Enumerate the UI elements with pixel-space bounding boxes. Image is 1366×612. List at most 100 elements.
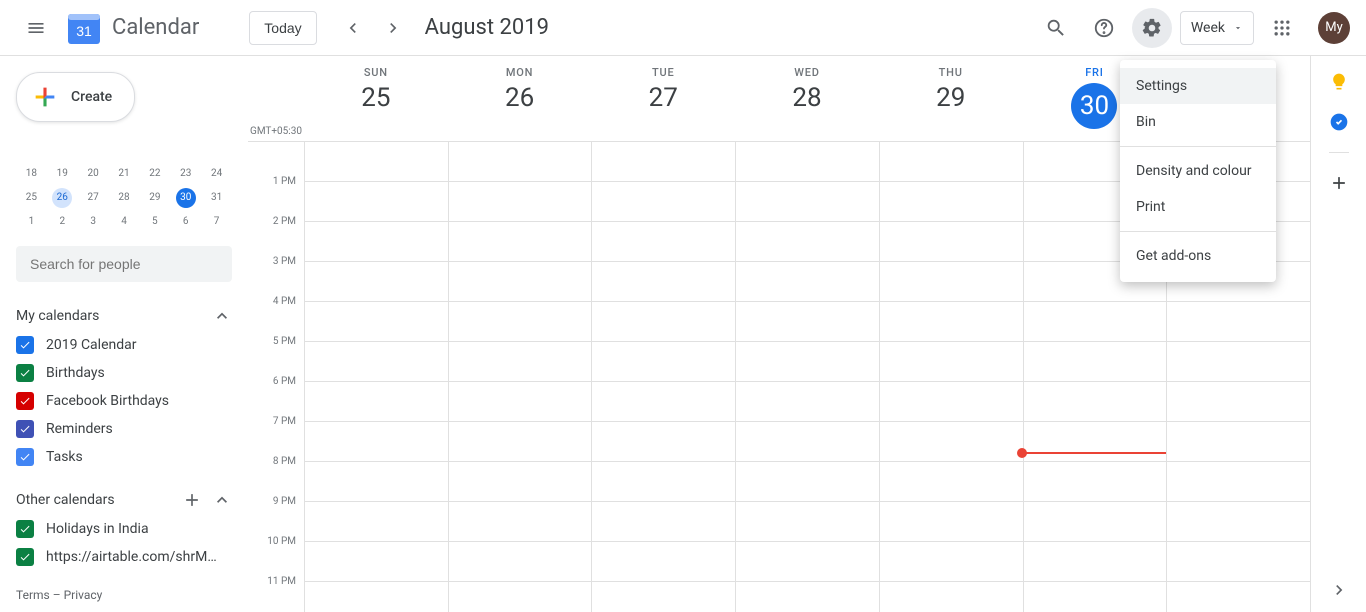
time-slot[interactable] (736, 142, 879, 182)
mini-cal-day[interactable]: 22 (139, 162, 170, 186)
day-column[interactable] (448, 142, 592, 612)
mini-cal-day[interactable]: 23 (170, 162, 201, 186)
time-slot[interactable] (449, 342, 592, 382)
checkbox-icon[interactable] (16, 448, 34, 466)
checkbox-icon[interactable] (16, 420, 34, 438)
time-slot[interactable] (592, 182, 735, 222)
time-slot[interactable] (880, 142, 1023, 182)
time-slot[interactable] (1167, 342, 1310, 382)
mini-cal-day[interactable]: 1 (16, 210, 47, 234)
time-slot[interactable] (1024, 462, 1167, 502)
mini-cal-day[interactable]: 2 (47, 210, 78, 234)
time-slot[interactable] (1024, 582, 1167, 612)
mini-cal-day[interactable]: 3 (78, 210, 109, 234)
time-slot[interactable] (449, 542, 592, 582)
plus-icon[interactable] (182, 490, 202, 510)
time-slot[interactable] (592, 422, 735, 462)
time-slot[interactable] (592, 302, 735, 342)
today-button[interactable]: Today (249, 11, 316, 45)
day-column[interactable] (879, 142, 1023, 612)
time-slot[interactable] (305, 222, 448, 262)
time-slot[interactable] (736, 382, 879, 422)
help-button[interactable] (1084, 8, 1124, 48)
time-slot[interactable] (592, 262, 735, 302)
calendar-item[interactable]: Tasks (16, 448, 232, 466)
search-people-input[interactable] (16, 246, 232, 282)
menu-item-addons[interactable]: Get add-ons (1120, 238, 1276, 274)
time-slot[interactable] (449, 382, 592, 422)
mini-cal-day[interactable]: 25 (16, 186, 47, 210)
time-slot[interactable] (1024, 422, 1167, 462)
time-slot[interactable] (449, 582, 592, 612)
time-slot[interactable] (1167, 502, 1310, 542)
menu-item-bin[interactable]: Bin (1120, 104, 1276, 140)
day-column[interactable] (591, 142, 735, 612)
day-column[interactable] (735, 142, 879, 612)
time-slot[interactable] (880, 462, 1023, 502)
time-slot[interactable] (880, 302, 1023, 342)
time-slot[interactable] (449, 422, 592, 462)
day-header[interactable]: SUN25 (304, 56, 448, 141)
day-header[interactable]: WED28 (735, 56, 879, 141)
time-slot[interactable] (592, 582, 735, 612)
account-avatar[interactable]: My (1318, 12, 1350, 44)
time-slot[interactable] (1167, 302, 1310, 342)
time-slot[interactable] (1024, 342, 1167, 382)
checkbox-icon[interactable] (16, 392, 34, 410)
time-slot[interactable] (592, 462, 735, 502)
time-slot[interactable] (880, 422, 1023, 462)
time-slot[interactable] (1167, 382, 1310, 422)
time-slot[interactable] (305, 542, 448, 582)
privacy-link[interactable]: Privacy (64, 588, 103, 602)
view-selector[interactable]: Week (1180, 11, 1254, 45)
time-slot[interactable] (592, 382, 735, 422)
time-slot[interactable] (449, 302, 592, 342)
calendar-item[interactable]: Birthdays (16, 364, 232, 382)
day-header[interactable]: THU29 (879, 56, 1023, 141)
calendar-item[interactable]: Reminders (16, 420, 232, 438)
time-slot[interactable] (305, 582, 448, 612)
mini-calendar[interactable]: 11121314151617 18192021222324 2526272829… (16, 138, 232, 234)
tasks-addon-icon[interactable] (1329, 112, 1349, 132)
calendar-item[interactable]: https://airtable.com/shrM… (16, 548, 232, 566)
menu-item-print[interactable]: Print (1120, 189, 1276, 225)
time-slot[interactable] (592, 342, 735, 382)
time-slot[interactable] (592, 142, 735, 182)
time-slot[interactable] (1024, 502, 1167, 542)
mini-cal-day[interactable]: 24 (201, 162, 232, 186)
time-slot[interactable] (736, 462, 879, 502)
mini-cal-day[interactable]: 18 (16, 162, 47, 186)
side-panel-toggle[interactable] (1329, 580, 1349, 600)
time-slot[interactable] (736, 182, 879, 222)
time-slot[interactable] (1024, 302, 1167, 342)
time-slot[interactable] (736, 422, 879, 462)
mini-cal-day[interactable]: 4 (109, 210, 140, 234)
time-slot[interactable] (305, 502, 448, 542)
menu-item-settings[interactable]: Settings (1120, 68, 1276, 104)
time-slot[interactable] (449, 222, 592, 262)
apps-button[interactable] (1262, 8, 1302, 48)
next-week-button[interactable] (377, 12, 409, 44)
time-slot[interactable] (736, 542, 879, 582)
time-slot[interactable] (1167, 422, 1310, 462)
mini-cal-day[interactable]: 19 (47, 162, 78, 186)
day-header[interactable]: MON26 (448, 56, 592, 141)
settings-button[interactable] (1132, 8, 1172, 48)
time-slot[interactable] (305, 142, 448, 182)
chevron-up-icon[interactable] (212, 306, 232, 326)
chevron-up-icon[interactable] (212, 490, 232, 510)
day-column[interactable] (304, 142, 448, 612)
time-slot[interactable] (449, 502, 592, 542)
checkbox-icon[interactable] (16, 364, 34, 382)
time-slot[interactable] (305, 422, 448, 462)
time-slot[interactable] (305, 302, 448, 342)
search-button[interactable] (1036, 8, 1076, 48)
time-slot[interactable] (305, 342, 448, 382)
terms-link[interactable]: Terms (16, 588, 50, 602)
mini-cal-day[interactable]: 30 (176, 188, 196, 208)
time-slot[interactable] (736, 342, 879, 382)
time-slot[interactable] (736, 302, 879, 342)
time-slot[interactable] (880, 222, 1023, 262)
mini-cal-day[interactable]: 28 (109, 186, 140, 210)
time-slot[interactable] (1024, 542, 1167, 582)
